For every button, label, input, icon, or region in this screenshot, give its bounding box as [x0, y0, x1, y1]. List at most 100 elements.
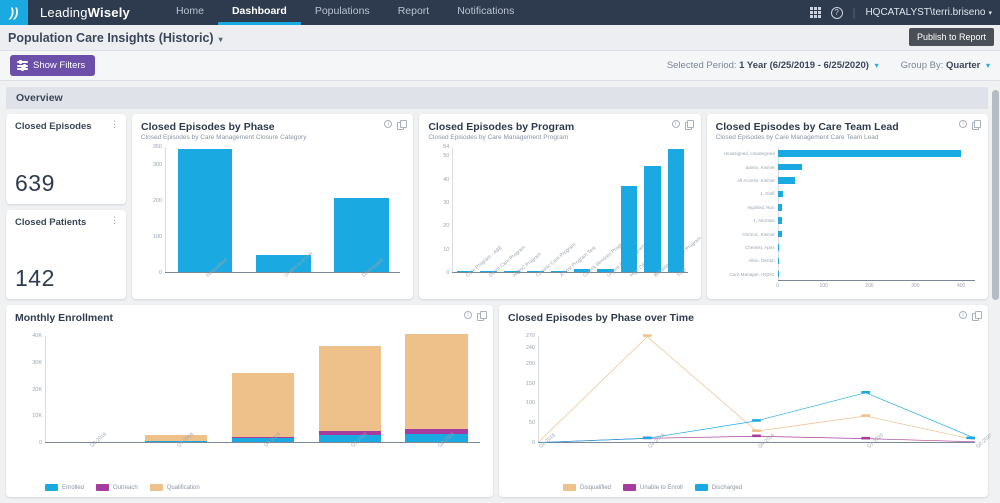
hbar-series: Unassigned, Unassigned admin, Kismet All… [724, 147, 975, 281]
hbar [777, 244, 780, 251]
chart-axes: 40K 30K 20K 10K 0 Q2-2019 Q3-2019 Q4-201… [32, 333, 480, 449]
nav-item-dashboard[interactable]: Dashboard [217, 0, 301, 25]
bar-item[interactable]: Discharged [322, 147, 400, 279]
bar-item[interactable]: Urgent Care Program [594, 147, 646, 279]
copy-icon[interactable] [972, 311, 982, 321]
hbar-item[interactable]: Chronic, Kismet [742, 230, 975, 238]
y-tick-label: 1, Staff [760, 191, 775, 197]
legend-swatch [694, 484, 708, 491]
bar-item[interactable]: A Trial Program Test [547, 147, 597, 279]
copy-icon[interactable] [477, 311, 487, 321]
group-by-control[interactable]: Group By: Quarter ▾ [901, 60, 990, 71]
sliders-icon [17, 60, 28, 71]
segment-qualification [231, 373, 295, 437]
card-icons: i [959, 311, 982, 321]
hbar-item[interactable]: Chemist, Apex [745, 243, 975, 251]
bar-item[interactable]: Tri-B [664, 147, 688, 279]
hbar-item[interactable]: Care Manager, HQHC [729, 270, 975, 278]
hbar [777, 270, 779, 278]
legend-item-disqualified[interactable]: Disqualified [563, 484, 611, 491]
chart-title: Closed Episodes by Program [428, 121, 575, 133]
legend-item-unable-to-enroll[interactable]: Unable to Enroll [623, 484, 683, 491]
hbar-item[interactable]: Algofied, Run [747, 203, 975, 211]
chart-subtitle: Closed Episodes by Care Management Progr… [428, 134, 569, 141]
info-icon[interactable]: i [958, 120, 967, 128]
brand-name: Leading Wisely [28, 0, 140, 25]
dashboard-app: )) Leading Wisely Home Dashboard Populati… [0, 0, 1000, 503]
copy-icon[interactable] [684, 120, 695, 130]
bar-item[interactable]: Cutera Services Program [571, 147, 629, 279]
publish-to-report-button[interactable]: Publish to Report [908, 28, 994, 46]
app-logo[interactable]: )) [0, 0, 28, 25]
chart-plot-area: 40K 30K 20K 10K 0 Q2-2019 Q3-2019 Q4-201… [15, 328, 484, 481]
legend-item-enrolled[interactable]: Enrolled [45, 484, 84, 491]
selected-period-value: 1 Year (6/25/2019 - 6/25/2020) [739, 60, 869, 71]
bar-item[interactable]: Disqualified [166, 147, 244, 279]
info-icon[interactable]: i [384, 120, 393, 128]
copy-icon[interactable] [971, 120, 982, 130]
y-tick-label: 100 [525, 400, 535, 407]
y-tick-label: admin, Kismet [745, 164, 775, 170]
info-icon[interactable]: i [671, 120, 680, 128]
nav-right-group: ? | HQCATALYST\terri.briseno ▾ [809, 0, 1000, 25]
bar-item[interactable]: Unable to Enroll [244, 147, 322, 279]
hbar-item[interactable]: Unassigned, Unassigned [724, 150, 975, 158]
filter-bar: Show Filters Selected Period: 1 Year (6/… [0, 51, 1000, 81]
y-tick-label: 150 [525, 380, 535, 387]
legend-label: Enrolled [62, 484, 85, 491]
nav-item-notifications[interactable]: Notifications [443, 0, 528, 25]
chevron-down-icon: ▾ [874, 61, 879, 70]
bar-item[interactable]: High CID [617, 147, 649, 279]
chart-axes: 350 300 200 100 0 Disqualified Unable to… [153, 144, 401, 279]
hbar-item[interactable]: 1, Staff [760, 190, 975, 198]
charts-row-2: i Monthly Enrollment 40K 30K 20K 10K 0 Q… [6, 305, 994, 497]
bar-item[interactable]: Chronic Care Program [524, 147, 578, 279]
grid-icon[interactable] [809, 7, 821, 18]
nav-item-populations[interactable]: Populations [301, 0, 384, 25]
hbar-item[interactable]: All Access, Kismet [737, 176, 975, 184]
nav-item-report[interactable]: Report [384, 0, 444, 25]
y-tick-label: 40K [32, 333, 42, 339]
bar-item[interactable]: Q1-2020 [306, 336, 393, 449]
bar-item[interactable]: Q2-2020 [393, 333, 480, 449]
bar-item[interactable]: Care Program - A&E [453, 147, 504, 279]
help-circle-icon[interactable]: ? [830, 6, 843, 19]
dashboard-selector[interactable]: Population Care Insights (Historic) ▾ [8, 31, 223, 45]
user-menu[interactable]: HQCATALYST\terri.briseno ▾ [865, 7, 992, 18]
show-filters-button[interactable]: Show Filters [10, 55, 96, 76]
bar-item[interactable]: Behavioral Health Program [641, 147, 702, 279]
bar [620, 186, 638, 272]
bar-item[interactable]: Q2-2019 [46, 336, 133, 448]
info-icon[interactable]: i [464, 311, 472, 319]
segment-qualification [405, 333, 468, 430]
legend-swatch [45, 484, 58, 491]
legend-swatch [623, 484, 637, 491]
legend-item-outreach[interactable]: Outreach [96, 484, 138, 491]
bar-item[interactable]: HQHC Program [500, 147, 543, 279]
legend-item-qualification[interactable]: Qualification [149, 484, 200, 491]
chart-card-closed-episodes-by-phase-over-time: i Closed Episodes by Phase over Time 270… [499, 305, 994, 497]
hbar-item[interactable]: admin, Kismet [746, 163, 975, 171]
legend-item-discharged[interactable]: Discharged [694, 484, 742, 491]
chevron-down-icon: ▾ [218, 34, 223, 44]
x-tick-label: 0 [776, 283, 780, 289]
kebab-menu-icon[interactable]: ⋮ [110, 215, 119, 224]
kebab-menu-icon[interactable]: ⋮ [110, 120, 119, 129]
chart-card-closed-episodes-by-phase: i Closed Episodes by Phase Closed Episod… [132, 114, 414, 299]
hbar-item[interactable]: Allen, Denah [748, 257, 975, 265]
selected-period-control[interactable]: Selected Period: 1 Year (6/25/2019 - 6/2… [667, 60, 879, 71]
nav-item-home[interactable]: Home [162, 0, 218, 25]
bar-item[interactable]: Direct Care Program [477, 147, 527, 279]
y-tick-label: 350 [152, 144, 162, 150]
bar-item[interactable]: Q3-2019 [133, 336, 220, 449]
copy-icon[interactable] [397, 120, 407, 130]
info-icon[interactable]: i [959, 311, 967, 319]
page-scrollbar[interactable] [991, 88, 1000, 503]
hbar-item[interactable]: 1, Akuntas [753, 217, 975, 225]
flame-icon: )) [9, 5, 19, 20]
segment-enrolled [405, 434, 468, 442]
y-tick-label: 50 [528, 420, 535, 427]
bar-item[interactable]: Q4-2019 [220, 336, 307, 449]
scrollbar-thumb[interactable] [992, 90, 999, 300]
legend-label: Unable to Enroll [640, 484, 683, 491]
